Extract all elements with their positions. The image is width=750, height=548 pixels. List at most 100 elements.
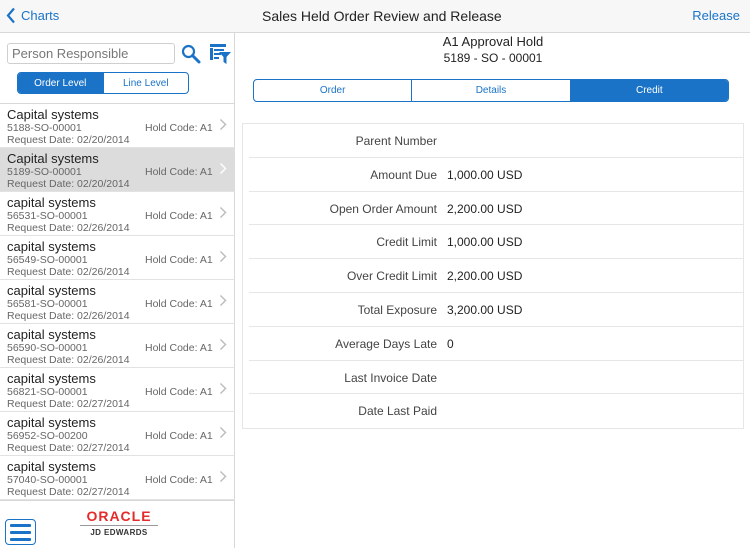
- list-item[interactable]: Capital systems 5188-SO-00001 Request Date…: [0, 104, 235, 148]
- list-item[interactable]: capital systems 56549-SO-00001 Request Dat…: [0, 236, 235, 280]
- credit-info-card: Parent Number Amount Due 1,000.00 USD Open …: [242, 123, 744, 429]
- list-item[interactable]: capital systems 56952-SO-00200 Request Dat…: [0, 412, 235, 456]
- customer-name: capital systems: [7, 239, 96, 254]
- hamburger-icon-bar: [10, 530, 31, 534]
- hold-code: Hold Code: A1: [145, 166, 213, 178]
- tab-order[interactable]: Order: [254, 80, 411, 101]
- navigation-bar: Charts Sales Held Order Review and Relea…: [0, 0, 750, 33]
- credit-field-row: Last Invoice Date: [249, 361, 743, 395]
- request-date: Request Date: 02/27/2014: [7, 486, 130, 498]
- person-responsible-search-input[interactable]: [7, 43, 175, 64]
- list-item[interactable]: capital systems 56531-SO-00001 Request Dat…: [0, 192, 235, 236]
- held-orders-list: Capital systems 5188-SO-00001 Request Date…: [0, 103, 235, 500]
- chevron-right-icon: [220, 207, 227, 218]
- customer-name: capital systems: [7, 415, 96, 430]
- menu-button[interactable]: [5, 519, 36, 545]
- hold-code: Hold Code: A1: [145, 210, 213, 222]
- credit-field-row: Total Exposure 3,200.00 USD: [249, 293, 743, 327]
- level-segmented-control: Order Level Line Level: [17, 72, 189, 94]
- field-label: Amount Due: [370, 167, 437, 182]
- customer-name: capital systems: [7, 327, 96, 342]
- chevron-left-icon: [6, 7, 15, 24]
- back-label: Charts: [21, 8, 60, 23]
- chevron-right-icon: [220, 471, 227, 482]
- logo-product: JD EDWARDS: [90, 528, 148, 537]
- field-label: Average Days Late: [335, 336, 437, 351]
- field-label: Last Invoice Date: [344, 370, 437, 385]
- chevron-right-icon: [220, 295, 227, 306]
- customer-name: capital systems: [7, 459, 96, 474]
- tab-details[interactable]: Details: [411, 80, 569, 101]
- request-date: Request Date: 02/27/2014: [7, 442, 130, 454]
- credit-field-row: Over Credit Limit 2,200.00 USD: [249, 259, 743, 293]
- page-title: Sales Held Order Review and Release: [262, 8, 502, 24]
- hold-code: Hold Code: A1: [145, 342, 213, 354]
- request-date: Request Date: 02/26/2014: [7, 222, 130, 234]
- field-value: 3,200.00 USD: [447, 302, 523, 317]
- customer-name: capital systems: [7, 195, 96, 210]
- tab-credit[interactable]: Credit: [569, 80, 728, 101]
- field-value: 1,000.00 USD: [447, 167, 523, 182]
- field-label: Over Credit Limit: [346, 269, 437, 284]
- hold-code: Hold Code: A1: [145, 298, 213, 310]
- order-number: 56581-SO-00001: [7, 298, 88, 310]
- order-number: 56952-SO-00200: [7, 430, 88, 442]
- chevron-right-icon: [220, 251, 227, 262]
- hold-code: Hold Code: A1: [145, 122, 213, 134]
- hamburger-icon-bar: [10, 523, 31, 527]
- chevron-right-icon: [220, 119, 227, 130]
- field-value: 2,200.00 USD: [447, 269, 523, 284]
- customer-name: capital systems: [7, 283, 96, 298]
- credit-field-row: Open Order Amount 2,200.00 USD: [249, 192, 743, 226]
- detail-tabs: Order Details Credit: [253, 79, 729, 102]
- credit-field-row: Parent Number: [249, 124, 743, 158]
- order-number: 57040-SO-00001: [7, 474, 88, 486]
- order-number: 5188-SO-00001: [7, 122, 82, 134]
- request-date: Request Date: 02/20/2014: [7, 134, 130, 146]
- field-label: Total Exposure: [357, 302, 437, 317]
- request-date: Request Date: 02/27/2014: [7, 398, 130, 410]
- segment-line-level[interactable]: Line Level: [102, 73, 189, 93]
- request-date: Request Date: 02/26/2014: [7, 354, 130, 366]
- sidebar-footer: ORACLE JD EDWARDS: [0, 500, 235, 548]
- credit-field-row: Date Last Paid: [249, 394, 743, 428]
- release-button[interactable]: Release: [692, 8, 740, 23]
- field-label: Credit Limit: [376, 235, 437, 250]
- hold-code: Hold Code: A1: [145, 474, 213, 486]
- list-item[interactable]: capital systems 57040-SO-00001 Request Dat…: [0, 456, 235, 500]
- list-item[interactable]: capital systems 56821-SO-00001 Request Dat…: [0, 368, 235, 412]
- chevron-right-icon: [220, 383, 227, 394]
- list-item[interactable]: capital systems 56581-SO-00001 Request Dat…: [0, 280, 235, 324]
- order-number: 56531-SO-00001: [7, 210, 88, 222]
- detail-pane: A1 Approval Hold 5189 - SO - 00001 Order…: [236, 33, 750, 548]
- order-number: 5189-SO-00001: [7, 166, 82, 178]
- field-label: Date Last Paid: [358, 404, 437, 419]
- request-date: Request Date: 02/26/2014: [7, 310, 130, 322]
- back-button[interactable]: Charts: [6, 7, 59, 24]
- field-label: Parent Number: [355, 134, 437, 148]
- filter-icon[interactable]: [209, 43, 231, 65]
- request-date: Request Date: 02/26/2014: [7, 266, 130, 278]
- logo-brand: ORACLE: [80, 508, 158, 526]
- hold-code: Hold Code: A1: [145, 430, 213, 442]
- request-date: Request Date: 02/20/2014: [7, 178, 130, 190]
- credit-field-row: Credit Limit 1,000.00 USD: [249, 225, 743, 260]
- field-label: Open Order Amount: [329, 201, 437, 216]
- list-item[interactable]: Capital systems 5189-SO-00001 Request Date…: [0, 148, 235, 192]
- search-icon[interactable]: [181, 44, 201, 64]
- hold-code: Hold Code: A1: [145, 254, 213, 266]
- chevron-right-icon: [220, 427, 227, 438]
- oracle-jd-edwards-logo: ORACLE JD EDWARDS: [80, 508, 158, 537]
- list-item[interactable]: capital systems 56590-SO-00001 Request Dat…: [0, 324, 235, 368]
- order-number: 56821-SO-00001: [7, 386, 88, 398]
- hold-code: Hold Code: A1: [145, 386, 213, 398]
- customer-name: Capital systems: [7, 151, 99, 166]
- order-number: 56590-SO-00001: [7, 342, 88, 354]
- hold-title: A1 Approval Hold: [442, 34, 544, 49]
- field-value: 2,200.00 USD: [447, 201, 523, 216]
- customer-name: capital systems: [7, 371, 96, 386]
- order-number: 56549-SO-00001: [7, 254, 88, 266]
- segment-order-level[interactable]: Order Level: [18, 73, 103, 93]
- credit-field-row: Amount Due 1,000.00 USD: [249, 158, 743, 192]
- order-number: 5189 - SO - 00001: [443, 51, 543, 65]
